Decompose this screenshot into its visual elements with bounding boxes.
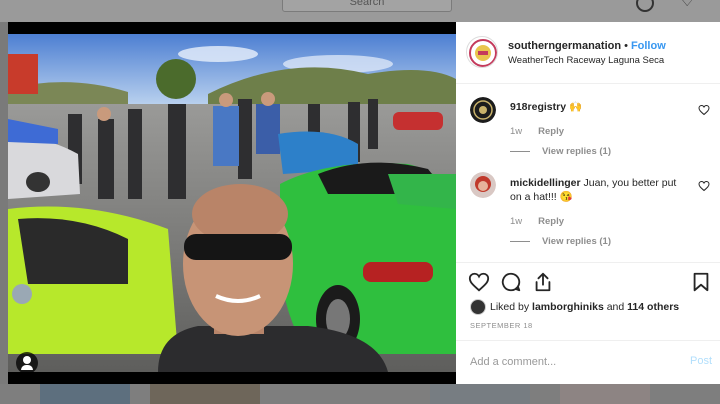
view-replies-button[interactable]: View replies (1) — [510, 236, 611, 247]
liked-by-and: and — [606, 300, 625, 313]
commenter-avatar[interactable] — [470, 172, 496, 198]
reply-button[interactable]: Reply — [538, 126, 564, 137]
liker-avatar[interactable] — [470, 299, 486, 315]
comment-list: 918registry 🙌 1w Reply View replies (1) — [456, 84, 720, 262]
background-left-strip — [0, 22, 8, 404]
view-replies-label: View replies (1) — [542, 146, 611, 157]
comment-time: 1w — [510, 216, 523, 227]
replies-divider — [510, 240, 530, 242]
liker-username[interactable]: lamborghiniks — [532, 301, 604, 313]
likes-summary: Liked by lamborghiniks and 114 others — [470, 299, 679, 315]
view-replies-label: View replies (1) — [542, 236, 611, 247]
post-sidebar: southerngermanation • Follow WeatherTech R… — [456, 22, 720, 384]
commenter-avatar[interactable] — [470, 97, 496, 123]
comment-meta: 1w Reply — [510, 126, 564, 137]
compass-icon — [636, 0, 654, 12]
comment-body: 🙌 — [568, 101, 583, 113]
background-thumbnail — [150, 384, 260, 404]
author-username[interactable]: southerngermanation — [508, 40, 621, 52]
comment-username[interactable]: 918registry — [510, 101, 566, 113]
background-top-bar: Search ♡ — [0, 0, 720, 22]
post-modal: southerngermanation • Follow WeatherTech R… — [8, 22, 720, 384]
comment-input[interactable] — [470, 353, 670, 371]
background-thumbnail — [430, 384, 530, 404]
commenter-photo — [470, 172, 496, 198]
background-search-input: Search — [282, 0, 452, 12]
like-heart-icon[interactable] — [468, 271, 490, 293]
reply-button[interactable]: Reply — [538, 216, 564, 227]
post-location[interactable]: WeatherTech Raceway Laguna Seca — [508, 55, 664, 66]
post-header: southerngermanation • Follow WeatherTech R… — [456, 22, 720, 84]
comment-username[interactable]: mickidellinger — [510, 177, 581, 189]
author-line: southerngermanation • Follow — [508, 40, 666, 52]
follow-button[interactable]: Follow — [631, 40, 666, 52]
separator-dot: • — [624, 40, 628, 52]
replies-divider — [510, 150, 530, 152]
like-heart-icon[interactable] — [698, 104, 710, 116]
add-comment-bar: Post — [456, 340, 720, 384]
user-tag-icon[interactable] — [16, 352, 38, 372]
view-replies-button[interactable]: View replies (1) — [510, 146, 611, 157]
comment-meta: 1w Reply — [510, 216, 564, 227]
post-photo[interactable] — [8, 34, 456, 372]
photo-illustration — [8, 34, 456, 372]
post-date[interactable]: SEPTEMBER 18 — [470, 321, 533, 330]
share-icon[interactable] — [532, 271, 554, 293]
author-logo — [469, 39, 497, 67]
background-thumbnail — [560, 384, 650, 404]
author-avatar[interactable] — [466, 36, 498, 68]
likes-count[interactable]: 114 others — [627, 301, 679, 313]
post-actions: Liked by lamborghiniks and 114 others SE… — [456, 262, 720, 340]
like-heart-icon[interactable] — [698, 180, 710, 192]
post-comment-button[interactable]: Post — [690, 355, 712, 367]
liked-by-prefix: Liked by — [490, 300, 530, 313]
background-thumbnail — [40, 384, 130, 404]
bookmark-icon[interactable] — [690, 271, 712, 293]
heart-icon: ♡ — [680, 0, 695, 10]
comment-text: mickidellinger Juan, you better put on a… — [510, 176, 690, 204]
comment-icon[interactable] — [500, 271, 522, 293]
comment-time: 1w — [510, 126, 523, 137]
commenter-logo — [470, 97, 496, 123]
comment-text: 918registry 🙌 — [510, 100, 690, 114]
